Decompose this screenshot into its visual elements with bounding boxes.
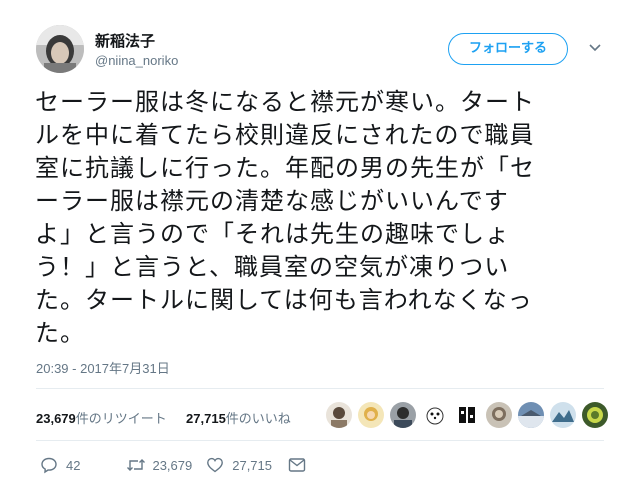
liker-avatar[interactable]	[452, 400, 482, 430]
liker-avatar[interactable]	[580, 400, 610, 430]
avatar-6	[486, 402, 512, 428]
tweet-line: 室に抗議しに行った。年配の男の先生が「セ	[35, 154, 535, 182]
divider	[36, 440, 604, 441]
tweet-line: た。タートルに関しては何も言われなくなっ	[35, 286, 533, 314]
retweets-label: 件のリツイート	[75, 411, 167, 426]
reply-button[interactable]: 42	[40, 456, 80, 474]
tweet-line: ーラー服は襟元の清楚な感じがいいんです	[35, 187, 509, 215]
tweet-text: セーラー服は冬になると襟元が寒い。タート ルを中に着てたら校則違反にされたので職…	[35, 86, 605, 350]
avatar-2	[358, 402, 384, 428]
retweets-stat[interactable]: 23,679件のリツイート	[36, 411, 167, 426]
tweet-line: セーラー服は冬になると襟元が寒い。タート	[35, 88, 535, 116]
liker-avatar[interactable]	[548, 400, 578, 430]
chevron-down-icon[interactable]	[588, 41, 602, 55]
display-name[interactable]: 新稲法子	[95, 30, 155, 51]
retweet-icon	[127, 459, 146, 471]
message-button[interactable]	[288, 457, 306, 473]
like-count: 27,715	[232, 457, 272, 473]
message-icon	[288, 458, 306, 472]
likes-stat[interactable]: 27,715件のいいね	[186, 411, 291, 426]
avatar-9	[582, 402, 608, 428]
like-button[interactable]: 27,715	[206, 456, 272, 474]
follow-button[interactable]: フォローする	[448, 33, 568, 65]
avatar-7	[518, 402, 544, 428]
likes-label: 件のいいね	[225, 411, 291, 426]
tweet-line: う！」と言うと、職員室の空気が凍りつい	[35, 253, 510, 281]
liker-avatar[interactable]	[388, 400, 418, 430]
avatar-photo	[36, 25, 84, 73]
divider	[36, 388, 604, 389]
tweet-actions: 42 23,679 27,715	[40, 454, 306, 476]
tweet-line: た。	[35, 319, 85, 347]
avatar-4	[422, 402, 448, 428]
avatar-5	[454, 402, 480, 428]
like-icon	[207, 457, 224, 473]
liker-avatars	[324, 400, 610, 432]
reply-icon	[41, 457, 57, 474]
tweet-line: ルを中に着てたら校則違反にされたので職員	[35, 121, 535, 149]
reply-count: 42	[66, 457, 81, 473]
liker-avatar[interactable]	[420, 400, 450, 430]
avatar-8	[550, 402, 576, 428]
liker-avatar[interactable]	[484, 400, 514, 430]
tweet-line: よ」と言うので「それは先生の趣味でしょ	[35, 220, 510, 248]
liker-avatar[interactable]	[356, 400, 386, 430]
liker-avatar[interactable]	[324, 400, 354, 430]
avatar-3	[390, 402, 416, 428]
retweet-button[interactable]: 23,679	[126, 456, 192, 474]
avatar-1	[326, 402, 352, 428]
user-handle[interactable]: @niina_noriko	[95, 53, 178, 68]
tweet-timestamp[interactable]: 20:39 - 2017年7月31日	[36, 358, 170, 377]
liker-avatar[interactable]	[516, 400, 546, 430]
retweets-count: 23,679	[36, 411, 76, 426]
user-avatar[interactable]	[36, 25, 84, 73]
retweet-count: 23,679	[152, 457, 193, 473]
tweet-stats: 23,679件のリツイート 27,715件のいいね	[36, 408, 291, 427]
likes-count: 27,715	[186, 411, 226, 426]
